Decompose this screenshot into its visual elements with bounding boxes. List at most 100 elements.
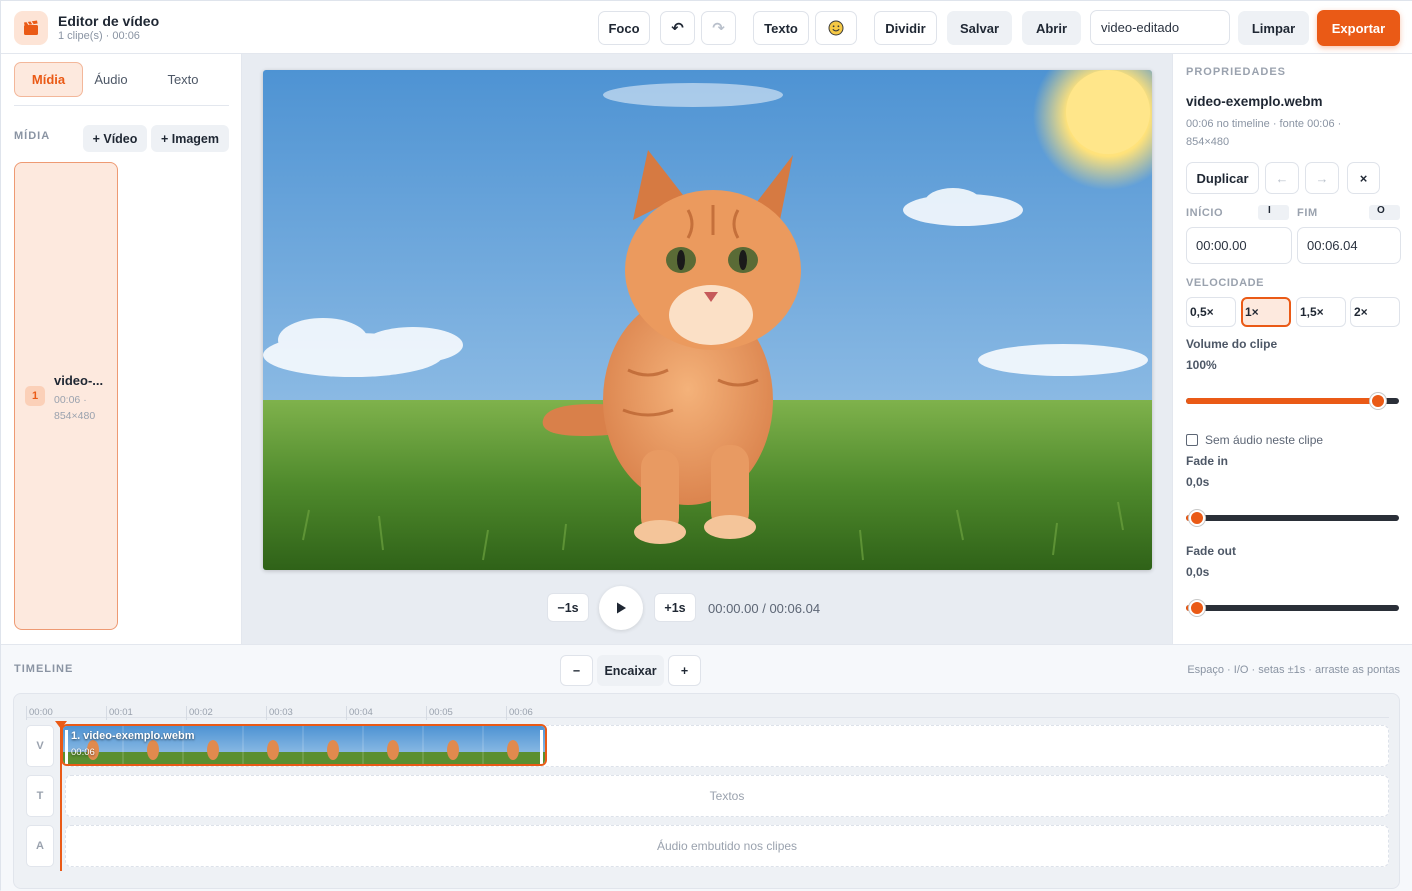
playhead-marker-icon[interactable] [55,721,67,729]
audio-track-placeholder: Áudio embutido nos clipes [656,839,798,853]
ruler-label: 00:02 [189,707,213,718]
timeline-panel: TIMELINE − Encaixar + Espaço · I/O · set… [1,644,1412,891]
start-shortcut-key: I [1258,205,1289,220]
delete-clip-button[interactable]: × [1347,162,1380,194]
add-video-button[interactable]: + Vídeo [83,125,147,152]
end-label: FIM [1297,207,1318,219]
audio-track[interactable]: Áudio embutido nos clipes [65,825,1389,867]
ruler-label: 00:05 [429,707,453,718]
add-image-button[interactable]: + Imagem [151,125,229,152]
mute-clip-checkbox[interactable] [1186,434,1198,446]
text-track-placeholder: Textos [709,789,745,803]
zoom-out-button[interactable]: − [560,655,593,686]
timeline-tracks: 00:00 00:01 00:02 00:03 00:04 00:05 00:0… [13,693,1400,889]
ruler-label: 00:00 [29,707,53,718]
clip-filename: video-exemplo.webm [1186,94,1323,109]
ruler-label: 00:06 [509,707,533,718]
volume-slider-handle[interactable] [1370,393,1386,409]
fade-in-slider[interactable] [1186,510,1399,526]
media-sidebar: Mídia Áudio Texto MÍDIA + Vídeo + Imagem… [1,54,242,644]
clapperboard-icon [14,11,48,45]
undo-button[interactable]: ↶ [660,11,695,45]
play-icon [617,602,626,614]
clear-button[interactable]: Limpar [1238,11,1309,45]
tab-text[interactable]: Texto [151,62,215,97]
redo-button[interactable]: ↷ [701,11,736,45]
tab-media[interactable]: Mídia [14,62,83,97]
fade-out-label: Fade out [1186,544,1236,558]
end-shortcut-key: O [1369,205,1400,220]
volume-slider-fill [1186,398,1378,404]
volume-label: Volume do clipe [1186,337,1278,351]
keyboard-hint: Espaço · I/O · setas ±1s · arraste as po… [1187,664,1400,676]
speed-2x-button[interactable]: 2× [1350,297,1400,327]
clip-name: 1. video-exemplo.webm [71,730,195,742]
media-item-number: 1 [25,386,45,406]
focus-button[interactable]: Foco [598,11,650,45]
playback-time: 00:00.00 / 00:06.04 [708,601,821,616]
ruler-tick [106,706,107,720]
split-button[interactable]: Dividir [874,11,937,45]
properties-section-label: PROPRIEDADES [1186,66,1287,78]
fit-timeline-button[interactable]: Encaixar [597,655,664,686]
add-text-button[interactable]: Texto [753,11,809,45]
save-button[interactable]: Salvar [947,11,1012,45]
media-item-name: video-... [54,373,104,388]
text-track[interactable]: Textos [65,775,1389,817]
media-item-meta: 00:06 · 854×480 [54,392,114,424]
media-item[interactable]: 1 video-... 00:06 · 854×480 [14,162,118,630]
open-button[interactable]: Abrir [1022,11,1081,45]
ruler-label: 00:04 [349,707,373,718]
start-time-input[interactable] [1186,227,1292,264]
rewind-1s-button[interactable]: −1s [547,593,589,622]
speed-1-5x-button[interactable]: 1,5× [1296,297,1346,327]
speed-0-5x-button[interactable]: 0,5× [1186,297,1236,327]
video-editor-app: Editor de vídeo 1 clipe(s) · 00:06 Foco … [0,0,1412,891]
move-left-button[interactable]: ← [1265,162,1299,194]
playhead[interactable] [55,721,67,871]
tabs-divider [14,105,229,106]
clip-resolution: 854×480 [1186,136,1230,148]
app-title: Editor de vídeo [58,13,160,29]
forward-1s-button[interactable]: +1s [654,593,696,622]
emoji-button[interactable] [815,11,857,45]
preview-area: −1s +1s 00:00.00 / 00:06.04 [242,54,1172,644]
mute-clip-label: Sem áudio neste clipe [1205,433,1324,447]
fade-out-slider[interactable] [1186,600,1399,616]
project-name-input[interactable] [1090,10,1230,45]
smiley-icon [828,20,844,36]
ruler-tick [426,706,427,720]
ruler-label: 00:01 [109,707,133,718]
start-label: INÍCIO [1186,207,1224,219]
media-item-resolution: 854×480 [54,410,96,422]
audio-track-label: A [26,825,54,867]
speed-1x-button[interactable]: 1× [1241,297,1291,327]
speed-label: VELOCIDADE [1186,277,1265,289]
fade-out-value: 0,0s [1186,565,1210,579]
clip-meta: 00:06 no timeline · fonte 00:06 · [1186,118,1342,130]
move-right-button[interactable]: → [1305,162,1339,194]
zoom-in-button[interactable]: + [668,655,701,686]
ruler-tick [266,706,267,720]
play-button[interactable] [599,586,643,630]
video-preview[interactable] [263,70,1152,570]
fade-out-slider-handle[interactable] [1189,600,1205,616]
properties-panel: PROPRIEDADES video-exemplo.webm 00:06 no… [1172,54,1412,644]
fade-in-slider-handle[interactable] [1189,510,1205,526]
duplicate-button[interactable]: Duplicar [1186,162,1259,194]
clip-duration: 00:06 [71,747,95,758]
fade-in-label: Fade in [1186,454,1229,468]
tab-audio[interactable]: Áudio [83,62,139,97]
volume-slider[interactable] [1186,393,1399,409]
export-button[interactable]: Exportar [1317,10,1400,46]
timeline-clip[interactable]: 1. video-exemplo.webm 00:06 [61,724,547,766]
text-track-label: T [26,775,54,817]
timeline-title: TIMELINE [14,663,74,675]
ruler-tick [506,706,507,720]
video-frame-cat-on-grass [263,70,1152,570]
end-time-input[interactable] [1297,227,1401,264]
media-item-duration: 00:06 · [54,394,87,406]
ruler-tick [346,706,347,720]
ruler-tick [26,706,27,720]
media-section-label: MÍDIA [14,130,51,142]
